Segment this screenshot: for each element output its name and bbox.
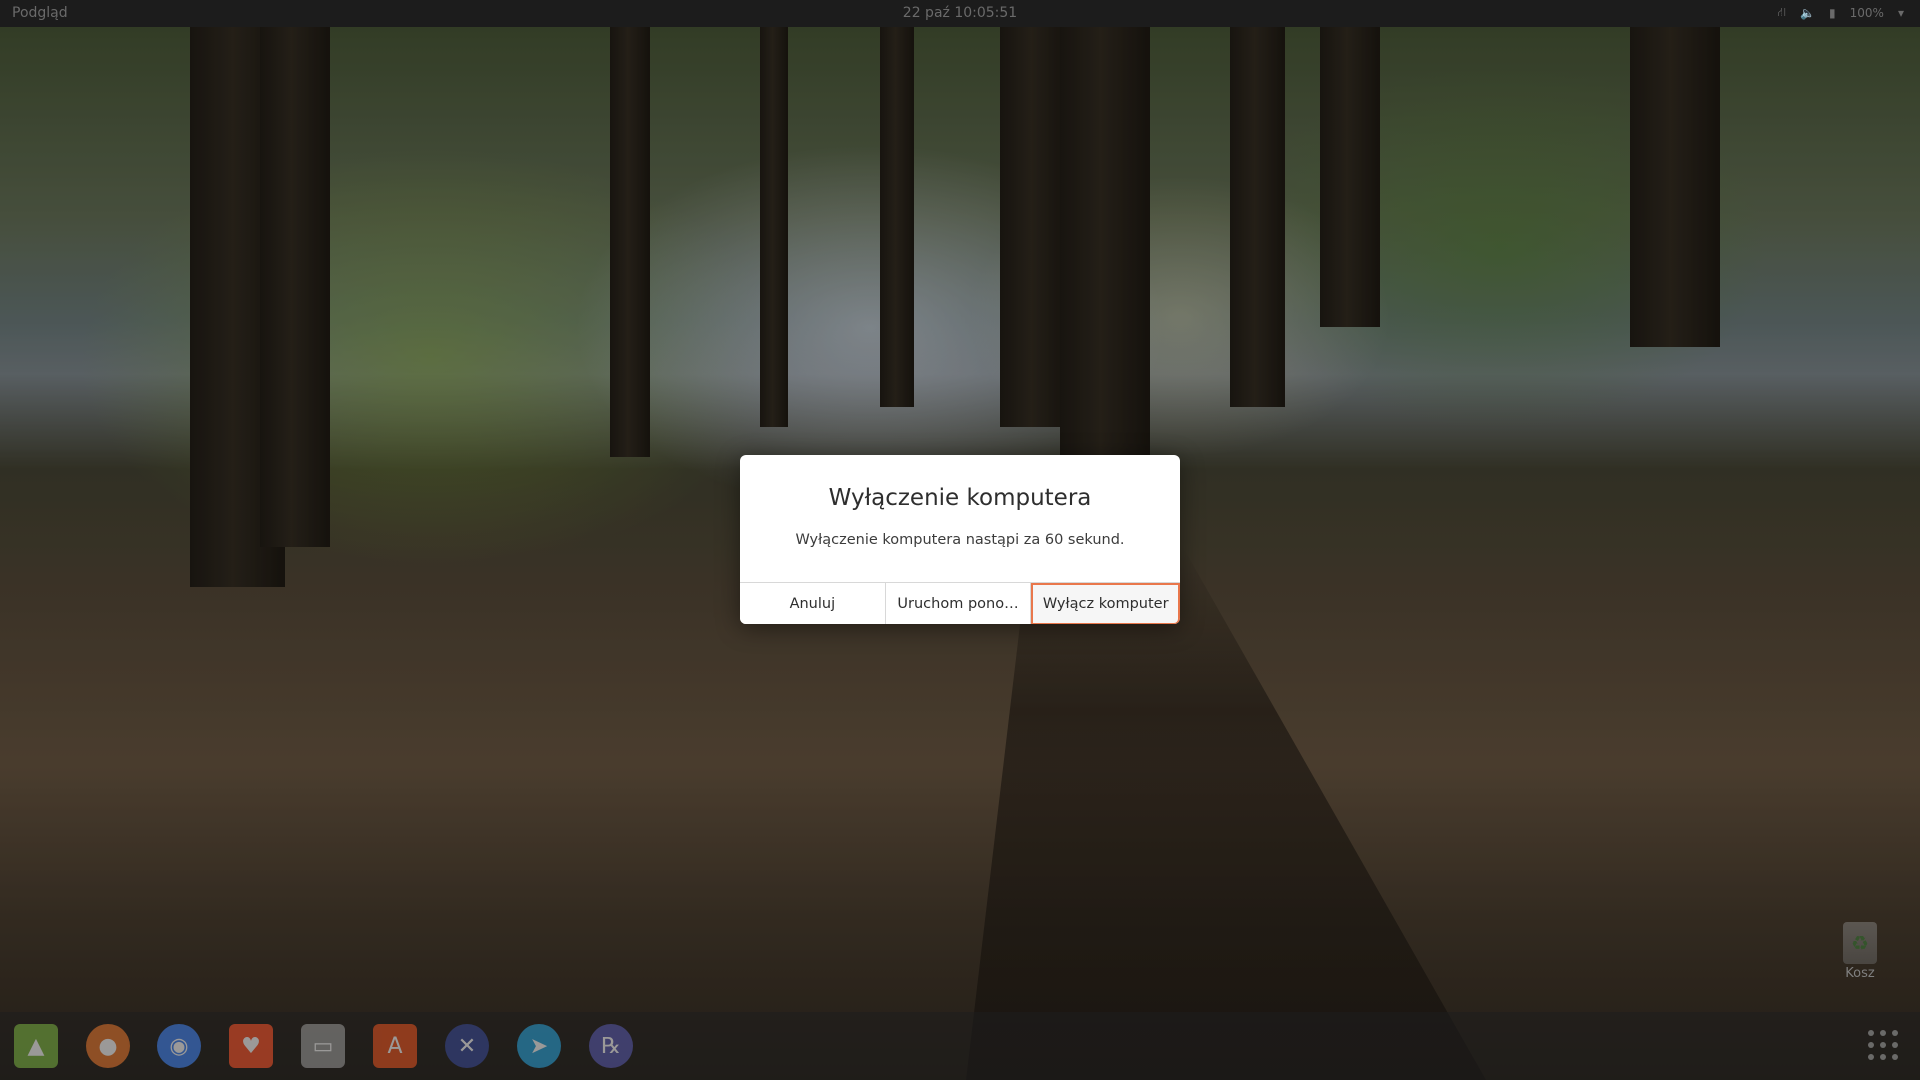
trash-icon: ♻ [1843,922,1877,964]
files-icon[interactable]: ▭ [301,1024,345,1068]
battery-icon: ▮ [1829,6,1836,20]
shutdown-button[interactable]: Wyłącz komputer [1031,583,1180,624]
dialog-button-row: Anuluj Uruchom pono… Wyłącz komputer [740,582,1180,624]
brave-icon[interactable]: ♥ [229,1024,273,1068]
battery-percent: 100% [1849,6,1884,20]
system-status-area[interactable]: ⛙ 🔈 ▮ 100% ▾ [1778,5,1904,21]
dock [0,1012,1920,1080]
clock[interactable]: 22 paź 10:05:51 [0,5,1920,21]
software-center-icon[interactable]: A [373,1024,417,1068]
shutdown-dialog: Wyłączenie komputera Wyłączenie komputer… [740,455,1180,624]
restart-button[interactable]: Uruchom pono… [885,583,1032,624]
chevron-down-icon: ▾ [1897,6,1904,20]
firefox-icon[interactable]: ● [86,1024,130,1068]
android-studio-icon[interactable]: ▲ [14,1024,58,1068]
dialog-message: Wyłączenie komputera nastąpi za 60 sekun… [795,532,1125,548]
xcode-like-icon[interactable]: ✕ [445,1024,489,1068]
trash-desktop-icon[interactable]: ♻ Kosz [1838,922,1882,981]
volume-icon: 🔈 [1800,6,1816,20]
show-applications-button[interactable] [1868,1030,1898,1060]
dialog-title: Wyłączenie komputera [828,485,1092,511]
top-bar: Podgląd 22 paź 10:05:51 ⛙ 🔈 ▮ 100% ▾ [0,0,1920,27]
rx-icon[interactable]: ℞ [589,1024,633,1068]
chrome-icon[interactable]: ◉ [157,1024,201,1068]
trash-label: Kosz [1845,966,1875,981]
cancel-button[interactable]: Anuluj [740,583,886,624]
telegram-icon[interactable]: ➤ [517,1024,561,1068]
network-icon: ⛙ [1777,5,1787,19]
